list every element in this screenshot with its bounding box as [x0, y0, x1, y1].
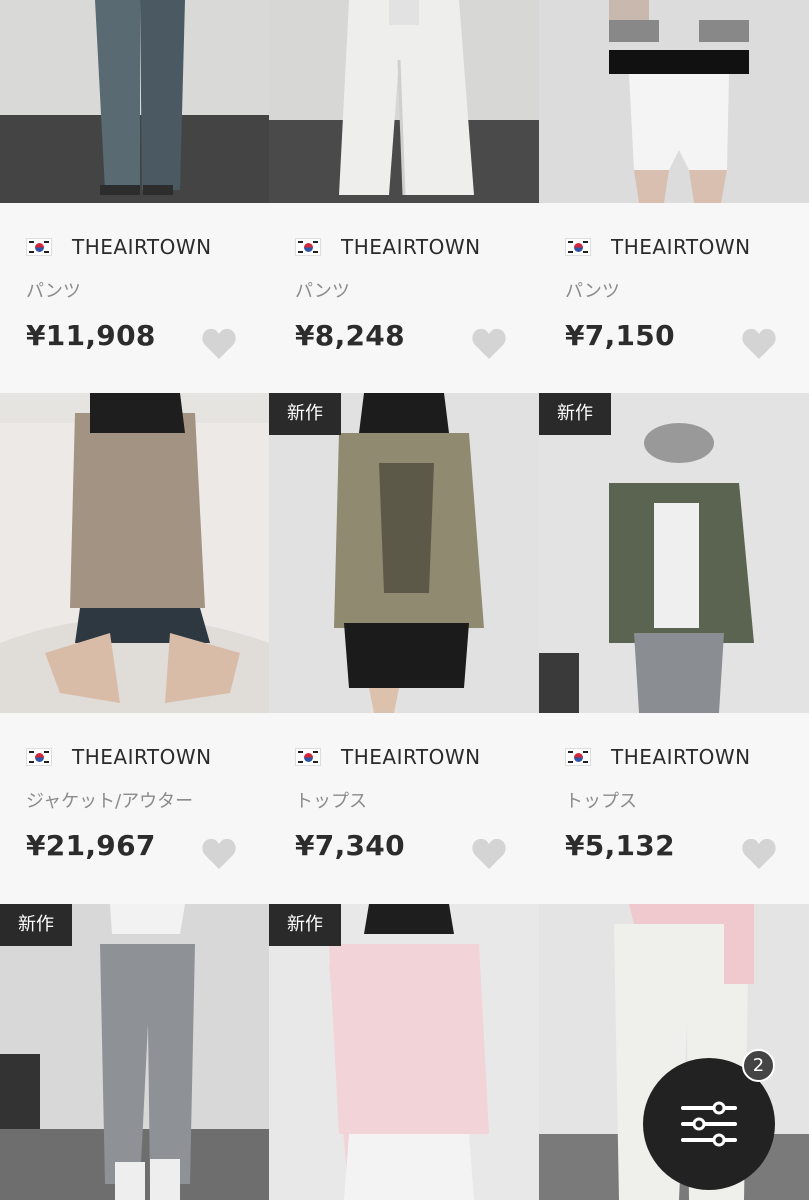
product-card[interactable]: THEAIRTOWN パンツ ¥11,908 — [0, 0, 269, 393]
heart-icon[interactable] — [741, 327, 777, 361]
product-category: トップス — [565, 791, 637, 812]
product-image[interactable]: 新作 — [0, 904, 269, 1200]
korea-flag-icon — [565, 238, 591, 256]
product-price: ¥21,967 — [26, 829, 156, 862]
filter-count-badge: 2 — [742, 1049, 775, 1082]
product-card[interactable]: THEAIRTOWN パンツ ¥7,150 — [539, 0, 809, 393]
product-info: THEAIRTOWN ジャケット/アウター ¥21,967 — [0, 713, 269, 903]
product-image[interactable] — [539, 0, 809, 203]
new-badge: 新作 — [269, 393, 341, 435]
brand-name[interactable]: THEAIRTOWN — [341, 235, 481, 259]
brand-name[interactable]: THEAIRTOWN — [611, 745, 751, 769]
product-price: ¥5,132 — [565, 829, 675, 862]
product-info: THEAIRTOWN パンツ ¥8,248 — [269, 203, 539, 393]
korea-flag-icon — [295, 238, 321, 256]
product-info: THEAIRTOWN パンツ ¥11,908 — [0, 203, 269, 393]
product-card[interactable]: 新作 — [269, 904, 539, 1200]
korea-flag-icon — [26, 748, 52, 766]
korea-flag-icon — [295, 748, 321, 766]
product-grid: THEAIRTOWN パンツ ¥11,908 THEAIRTOWN パンツ ¥8… — [0, 0, 809, 1200]
product-price: ¥7,340 — [295, 829, 405, 862]
product-category: パンツ — [26, 281, 81, 302]
product-image[interactable]: 新作 — [269, 904, 539, 1200]
new-badge: 新作 — [0, 904, 72, 946]
product-price: ¥11,908 — [26, 319, 156, 352]
product-image[interactable]: 新作 — [269, 393, 539, 713]
korea-flag-icon — [565, 748, 591, 766]
new-badge: 新作 — [269, 904, 341, 946]
product-category: パンツ — [295, 281, 350, 302]
sliders-icon — [681, 1101, 737, 1147]
product-info: THEAIRTOWN トップス ¥7,340 — [269, 713, 539, 903]
product-card[interactable]: THEAIRTOWN パンツ ¥8,248 — [269, 0, 539, 393]
product-category: ジャケット/アウター — [26, 791, 194, 812]
brand-name[interactable]: THEAIRTOWN — [72, 745, 212, 769]
new-badge: 新作 — [539, 393, 611, 435]
product-image[interactable] — [269, 0, 539, 203]
product-card[interactable]: 新作 THEAIRTOWN トップス ¥5,132 — [539, 393, 809, 904]
product-category: パンツ — [565, 281, 620, 302]
product-price: ¥8,248 — [295, 319, 405, 352]
korea-flag-icon — [26, 238, 52, 256]
brand-name[interactable]: THEAIRTOWN — [72, 235, 212, 259]
product-card[interactable]: 新作 THEAIRTOWN トップス ¥7,340 — [269, 393, 539, 904]
product-card[interactable]: 新作 — [0, 904, 269, 1200]
heart-icon[interactable] — [741, 837, 777, 871]
product-price: ¥7,150 — [565, 319, 675, 352]
heart-icon[interactable] — [471, 837, 507, 871]
heart-icon[interactable] — [201, 837, 237, 871]
brand-name[interactable]: THEAIRTOWN — [611, 235, 751, 259]
product-info: THEAIRTOWN トップス ¥5,132 — [539, 713, 809, 903]
product-image[interactable] — [0, 0, 269, 203]
brand-name[interactable]: THEAIRTOWN — [341, 745, 481, 769]
product-image[interactable]: 新作 — [539, 393, 809, 713]
heart-icon[interactable] — [201, 327, 237, 361]
product-image[interactable] — [0, 393, 269, 713]
product-category: トップス — [295, 791, 367, 812]
product-card[interactable]: THEAIRTOWN ジャケット/アウター ¥21,967 — [0, 393, 269, 904]
heart-icon[interactable] — [471, 327, 507, 361]
product-info: THEAIRTOWN パンツ ¥7,150 — [539, 203, 809, 393]
